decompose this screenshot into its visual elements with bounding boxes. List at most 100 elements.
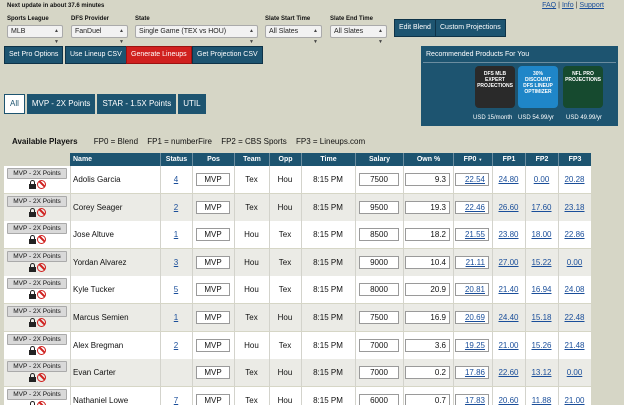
player-status-link[interactable]: 7: [160, 387, 192, 405]
exclude-icon[interactable]: [37, 318, 46, 327]
position-select[interactable]: MVP: [196, 283, 230, 297]
fp0-blend-input[interactable]: 17.86: [455, 366, 489, 380]
fp2-value[interactable]: 11.88: [525, 387, 558, 405]
fp1-value[interactable]: 24.40: [492, 304, 525, 331]
fp1-value[interactable]: 26.60: [492, 194, 525, 221]
fp3-value[interactable]: 0.00: [558, 249, 591, 276]
fp2-value[interactable]: 0.00: [525, 166, 558, 193]
column-header-fp0[interactable]: FP0 ▼: [453, 153, 492, 166]
lock-icon[interactable]: [29, 290, 36, 300]
player-status-link[interactable]: 1: [160, 221, 192, 248]
exclude-icon[interactable]: [37, 373, 46, 383]
player-status-link[interactable]: 3: [160, 249, 192, 276]
column-header-fp1[interactable]: FP1: [492, 153, 525, 166]
position-select[interactable]: MVP: [196, 338, 230, 352]
tab-star[interactable]: STAR - 1.5X Points: [97, 94, 177, 114]
salary-input[interactable]: 7500: [359, 173, 399, 186]
fp0-blend-input[interactable]: 17.83: [455, 393, 489, 405]
product-image[interactable]: 30% DISCOUNT DFS LINEUP OPTIMIZER: [518, 66, 558, 108]
fp3-value[interactable]: 0.00: [558, 359, 591, 386]
salary-input[interactable]: 9000: [359, 255, 399, 269]
player-status-link[interactable]: 1: [160, 304, 192, 331]
ownership-input[interactable]: 20.9: [405, 283, 450, 297]
lock-icon[interactable]: [29, 373, 36, 383]
salary-input[interactable]: 7500: [359, 311, 399, 324]
fp3-value[interactable]: 21.48: [558, 332, 591, 359]
player-status-link[interactable]: 2: [160, 332, 192, 359]
position-select[interactable]: MVP: [196, 200, 230, 214]
exclude-icon[interactable]: [37, 235, 46, 245]
fp1-value[interactable]: 21.00: [492, 332, 525, 359]
position-select[interactable]: MVP: [196, 173, 230, 186]
fp0-blend-input[interactable]: 22.46: [455, 200, 489, 214]
generate-lineups-button[interactable]: Generate Lineups: [126, 46, 192, 64]
column-header-name[interactable]: Name: [70, 153, 160, 166]
fp0-blend-input[interactable]: 19.25: [455, 338, 489, 352]
exclude-icon[interactable]: [37, 345, 46, 355]
fp2-value[interactable]: 13.12: [525, 359, 558, 386]
tab-mvp[interactable]: MVP - 2X Points: [26, 94, 96, 114]
lock-icon[interactable]: [29, 400, 36, 405]
lock-icon[interactable]: [29, 345, 36, 355]
tab-all[interactable]: All: [4, 94, 25, 114]
fp1-value[interactable]: 23.80: [492, 221, 525, 248]
column-header-opp[interactable]: Opp: [269, 153, 301, 166]
salary-input[interactable]: 7000: [359, 366, 399, 380]
column-header-fp2[interactable]: FP2: [525, 153, 558, 166]
fp2-value[interactable]: 16.94: [525, 276, 558, 303]
lock-icon[interactable]: [29, 207, 36, 217]
ownership-input[interactable]: 9.3: [405, 173, 450, 186]
fp2-value[interactable]: 17.60: [525, 194, 558, 221]
fp3-value[interactable]: 24.08: [558, 276, 591, 303]
faq-link[interactable]: FAQ: [542, 2, 556, 9]
column-header-salary[interactable]: Salary: [355, 153, 403, 166]
position-select[interactable]: MVP: [196, 366, 230, 380]
fp3-value[interactable]: 22.48: [558, 304, 591, 331]
fp0-blend-input[interactable]: 20.69: [455, 311, 489, 324]
ownership-input[interactable]: 0.7: [405, 393, 450, 405]
position-select[interactable]: MVP: [196, 228, 230, 242]
fp0-blend-input[interactable]: 21.55: [455, 228, 489, 242]
position-select[interactable]: MVP: [196, 255, 230, 269]
player-status-link[interactable]: 5: [160, 276, 192, 303]
salary-input[interactable]: 8500: [359, 228, 399, 242]
custom-projections-button[interactable]: Custom Projections: [435, 19, 506, 37]
player-status-link[interactable]: 2: [160, 194, 192, 221]
lock-icon[interactable]: [29, 180, 36, 189]
lock-icon[interactable]: [29, 318, 36, 327]
fp1-value[interactable]: 20.60: [492, 387, 525, 405]
column-header-time[interactable]: Time: [301, 153, 355, 166]
ownership-input[interactable]: 18.2: [405, 228, 450, 242]
dfs-provider-select[interactable]: FanDuel ▲ ▼: [71, 25, 128, 45]
player-status-link[interactable]: [160, 359, 192, 386]
column-header-fp3[interactable]: FP3: [558, 153, 591, 166]
product-image[interactable]: NFL PRO PROJECTIONS: [563, 66, 603, 108]
slate-end-select[interactable]: All Slates ▲ ▼: [330, 25, 387, 45]
fp0-blend-input[interactable]: 22.54: [455, 173, 489, 186]
salary-input[interactable]: 9500: [359, 200, 399, 214]
lock-icon[interactable]: [29, 235, 36, 245]
fp1-value[interactable]: 24.80: [492, 166, 525, 193]
fp3-value[interactable]: 20.28: [558, 166, 591, 193]
position-select[interactable]: MVP: [196, 393, 230, 405]
lock-icon[interactable]: [29, 262, 36, 272]
player-status-link[interactable]: 4: [160, 166, 192, 193]
exclude-icon[interactable]: [37, 262, 46, 272]
exclude-icon[interactable]: [37, 207, 46, 217]
fp3-value[interactable]: 23.18: [558, 194, 591, 221]
salary-input[interactable]: 8000: [359, 283, 399, 297]
exclude-icon[interactable]: [37, 180, 46, 189]
slate-start-select[interactable]: All Slates ▲ ▼: [265, 25, 322, 45]
ownership-input[interactable]: 10.4: [405, 255, 450, 269]
fp2-value[interactable]: 15.22: [525, 249, 558, 276]
column-header-status[interactable]: Status: [160, 153, 192, 166]
use-lineup-csv-button[interactable]: Use Lineup CSV: [65, 46, 127, 64]
column-header-pos[interactable]: Pos: [192, 153, 234, 166]
fp0-blend-input[interactable]: 21.11: [455, 255, 489, 269]
info-link[interactable]: Info: [562, 2, 574, 9]
ownership-input[interactable]: 3.6: [405, 338, 450, 352]
sports-league-select[interactable]: MLB ▲ ▼: [7, 25, 63, 45]
ownership-input[interactable]: 16.9: [405, 311, 450, 324]
tab-util[interactable]: UTIL: [178, 94, 206, 114]
fp3-value[interactable]: 21.00: [558, 387, 591, 405]
